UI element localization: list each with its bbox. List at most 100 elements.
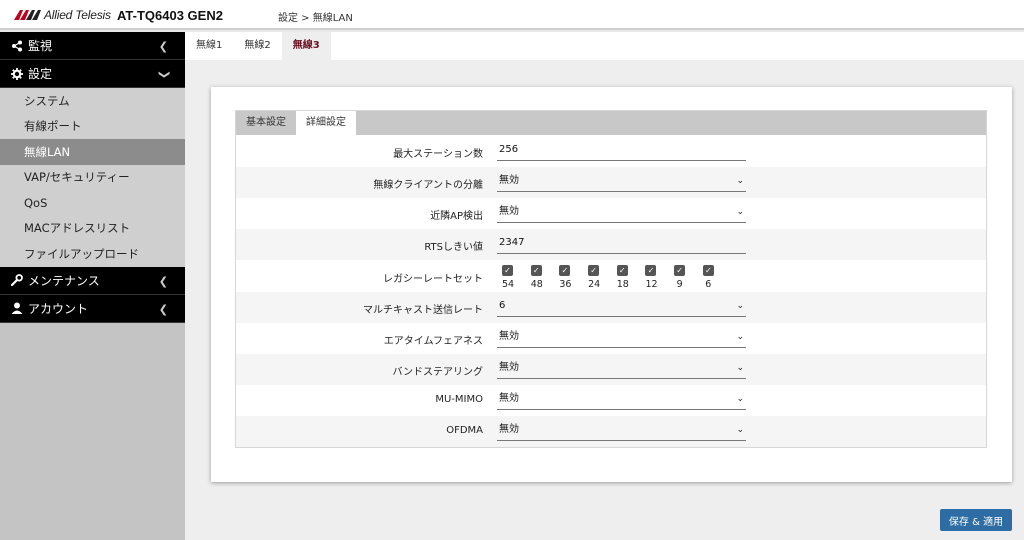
chevron-left-icon: ❮ (158, 40, 168, 53)
rate-checkbox-54[interactable]: ✓ 54 (502, 265, 531, 290)
row-legacy-rates: レガシーレートセット ✓ 54 ✓ 48 ✓ 36 ✓ 24 ✓ 18 ✓ 12 ✓ 9 ✓ 6 (236, 260, 986, 292)
wrench-icon (10, 273, 24, 287)
mu-mimo-select[interactable]: 無効 ⌄ (497, 391, 746, 410)
select-value: 無効 (499, 331, 519, 342)
chevron-down-icon: ❮ (156, 69, 170, 80)
tab-advanced-settings[interactable]: 詳細設定 (296, 111, 356, 135)
sidebar-item-wired-port[interactable]: 有線ポート (0, 114, 185, 140)
band-steering-select[interactable]: 無効 ⌄ (497, 360, 746, 379)
sidebar-item-maintenance[interactable]: メンテナンス ❮ (0, 266, 185, 295)
gear-icon (10, 67, 24, 81)
brand-logo: Allied Telesis (14, 8, 111, 22)
rate-checkbox-12[interactable]: ✓ 12 (645, 265, 674, 290)
chevron-down-icon: ⌄ (736, 207, 744, 217)
sidebar-item-account[interactable]: アカウント ❮ (0, 294, 185, 323)
checkbox-checked-icon: ✓ (702, 265, 714, 276)
legacy-rates-checkboxes: ✓ 54 ✓ 48 ✓ 36 ✓ 24 ✓ 18 ✓ 12 ✓ 9 ✓ 6 (502, 265, 732, 290)
chevron-down-icon: ⌄ (736, 425, 744, 435)
ofdma-select[interactable]: 無効 ⌄ (497, 422, 746, 441)
row-max-stations: 最大ステーション数 256 (236, 136, 986, 167)
sidebar-item-system[interactable]: システム (0, 88, 185, 114)
legacy-rates-label: レガシーレートセット (383, 274, 483, 285)
airtime-fairness-label: エアタイムフェアネス (383, 336, 483, 347)
select-value: 無効 (499, 206, 519, 217)
checkbox-checked-icon: ✓ (616, 265, 628, 276)
checkbox-checked-icon: ✓ (588, 265, 600, 276)
row-rts-threshold: RTSしきい値 2347 (236, 229, 986, 260)
allied-telesis-logo-icon (14, 10, 41, 20)
select-value: 無効 (499, 362, 519, 373)
checkbox-checked-icon: ✓ (645, 265, 657, 276)
sidebar-item-label: メンテナンス (28, 273, 100, 288)
rate-checkbox-24[interactable]: ✓ 24 (588, 265, 617, 290)
sidebar-item-settings[interactable]: 設定 ❮ (0, 60, 185, 88)
airtime-fairness-select[interactable]: 無効 ⌄ (497, 329, 746, 348)
checkbox-checked-icon: ✓ (674, 265, 686, 276)
neighbor-ap-select[interactable]: 無効 ⌄ (497, 204, 746, 223)
multicast-rate-label: マルチキャスト送信レート (363, 305, 483, 316)
settings-panel: 基本設定 詳細設定 最大ステーション数 256 無線クライアントの分離 無効 ⌄… (235, 110, 987, 448)
select-value: 無効 (499, 424, 519, 435)
checkbox-checked-icon: ✓ (502, 265, 513, 276)
client-isolation-select[interactable]: 無効 ⌄ (497, 173, 746, 192)
mu-mimo-label: MU-MIMO (435, 394, 483, 405)
chevron-down-icon: ⌄ (736, 301, 744, 311)
multicast-rate-select[interactable]: 6 ⌄ (497, 298, 746, 317)
row-neighbor-ap: 近隣AP検出 無効 ⌄ (236, 198, 986, 229)
logo-text: Allied Telesis (44, 8, 111, 22)
row-mu-mimo: MU-MIMO 無効 ⌄ (236, 385, 986, 416)
sidebar-item-file-upload[interactable]: ファイルアップロード (0, 241, 185, 267)
ofdma-label: OFDMA (446, 425, 483, 436)
row-ofdma: OFDMA 無効 ⌄ (236, 416, 986, 447)
chevron-down-icon: ⌄ (736, 363, 744, 373)
row-band-steering: バンドステアリング 無効 ⌄ (236, 354, 986, 385)
sidebar-item-monitor[interactable]: 監視 ❮ (0, 32, 185, 60)
settings-submenu: システム 有線ポート 無線LAN VAP/セキュリティー QoS MACアドレス… (0, 88, 185, 267)
chevron-down-icon: ⌄ (736, 394, 744, 404)
chevron-left-icon: ❮ (158, 274, 168, 288)
select-value: 無効 (499, 175, 519, 186)
row-airtime-fairness: エアタイムフェアネス 無効 ⌄ (236, 323, 986, 354)
rate-checkbox-18[interactable]: ✓ 18 (616, 265, 646, 290)
sidebar-item-wireless-lan[interactable]: 無線LAN (0, 139, 185, 165)
checkbox-checked-icon: ✓ (559, 265, 571, 276)
sidebar-item-qos[interactable]: QoS (0, 190, 185, 216)
rate-checkbox-6[interactable]: ✓ 6 (702, 265, 732, 290)
settings-tabs: 基本設定 詳細設定 (236, 111, 986, 135)
rts-threshold-label: RTSしきい値 (424, 242, 483, 253)
sidebar-item-label: 監視 (28, 39, 53, 53)
sidebar-item-vap-security[interactable]: VAP/セキュリティー (0, 165, 185, 191)
select-value: 無効 (499, 393, 519, 404)
sidebar-item-label: アカウント (28, 301, 89, 316)
sidebar-item-label: 設定 (28, 67, 53, 81)
rate-checkbox-36[interactable]: ✓ 36 (559, 265, 588, 290)
chevron-down-icon: ⌄ (736, 176, 744, 186)
radio-tabs: 無線1 無線2 無線3 (185, 32, 1024, 60)
tab-radio3[interactable]: 無線3 (281, 32, 331, 60)
app-header: Allied Telesis AT-TQ6403 GEN2 設定 > 無線LAN (0, 0, 1024, 30)
user-icon (10, 301, 24, 315)
breadcrumb: 設定 > 無線LAN (278, 13, 353, 24)
select-value: 6 (499, 300, 506, 311)
max-stations-input[interactable]: 256 (497, 142, 746, 161)
rts-threshold-input[interactable]: 2347 (497, 235, 746, 254)
sidebar: 監視 ❮ 設定 ❮ システム 有線ポート 無線LAN VAP/セキュリティー Q… (0, 32, 185, 540)
chevron-down-icon: ⌄ (736, 332, 744, 342)
checkbox-checked-icon: ✓ (530, 265, 542, 276)
product-name: AT-TQ6403 GEN2 (117, 8, 223, 23)
rate-checkbox-9[interactable]: ✓ 9 (674, 265, 703, 290)
client-isolation-label: 無線クライアントの分離 (373, 180, 483, 191)
max-stations-label: 最大ステーション数 (393, 149, 483, 160)
tab-basic-settings[interactable]: 基本設定 (236, 111, 296, 135)
rate-checkbox-48[interactable]: ✓ 48 (530, 265, 560, 290)
sidebar-item-mac-address-list[interactable]: MACアドレスリスト (0, 216, 185, 242)
chevron-left-icon: ❮ (158, 302, 168, 316)
tab-radio2[interactable]: 無線2 (233, 32, 281, 60)
row-multicast-rate: マルチキャスト送信レート 6 ⌄ (236, 292, 986, 323)
row-client-isolation: 無線クライアントの分離 無効 ⌄ (236, 167, 986, 198)
neighbor-ap-label: 近隣AP検出 (430, 211, 483, 222)
save-apply-button[interactable]: 保存 & 適用 (940, 509, 1012, 531)
band-steering-label: バンドステアリング (392, 367, 484, 378)
share-icon (10, 39, 24, 53)
tab-radio1[interactable]: 無線1 (185, 32, 233, 60)
